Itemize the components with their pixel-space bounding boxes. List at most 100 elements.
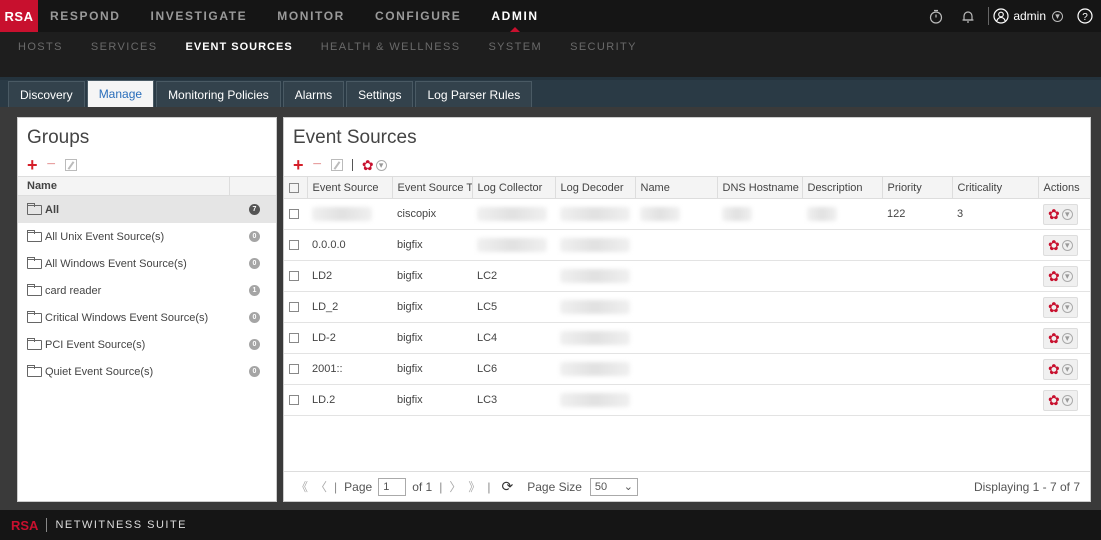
group-item[interactable]: All 7 [18, 196, 276, 223]
last-page-icon[interactable]: 》 [468, 478, 480, 495]
help-icon[interactable]: ? [1077, 8, 1093, 24]
cell-dns [717, 229, 802, 261]
page-size-label: Page Size [527, 479, 582, 494]
subnav-health-wellness[interactable]: HEALTH & WELLNESS [321, 41, 461, 53]
subnav-services[interactable]: SERVICES [91, 41, 158, 53]
column-header[interactable]: Name [635, 176, 718, 199]
column-header[interactable]: Event Source [307, 176, 393, 199]
row-actions-button[interactable]: ✿ ▾ [1043, 327, 1078, 349]
table-row[interactable]: ciscopix 122 3 ✿ ▾ [284, 198, 1090, 230]
cell-event-source [307, 198, 392, 230]
select-all-checkbox[interactable] [284, 176, 308, 199]
chevron-down-icon: ▾ [1061, 394, 1073, 406]
cell-type: bigfix [392, 384, 472, 416]
group-item[interactable]: All Windows Event Source(s) 0 [18, 250, 276, 277]
nav-investigate[interactable]: INVESTIGATE [151, 0, 248, 32]
content-area: Groups + − Name All 7 All Unix Event Sou… [0, 107, 1101, 510]
row-actions-button[interactable]: ✿ ▾ [1043, 296, 1078, 318]
cell-event-source: LD.2 [307, 384, 392, 416]
row-actions-button[interactable]: ✿ ▾ [1043, 234, 1078, 256]
row-checkbox[interactable] [284, 384, 307, 416]
row-checkbox[interactable] [284, 198, 307, 230]
subnav-event-sources[interactable]: EVENT SOURCES [186, 41, 293, 53]
column-header[interactable]: Priority [882, 176, 953, 199]
table-row[interactable]: 0.0.0.0 bigfix ✿ ▾ [284, 229, 1090, 261]
row-actions-button[interactable]: ✿ ▾ [1043, 358, 1078, 380]
chevron-down-icon: ▾ [1061, 239, 1073, 251]
group-item[interactable]: All Unix Event Source(s) 0 [18, 223, 276, 250]
cell-criticality [952, 353, 1038, 385]
cell-decoder [555, 260, 635, 292]
row-checkbox[interactable] [284, 322, 307, 354]
settings-menu[interactable]: ✿ ▾ [362, 157, 387, 174]
tab-manage[interactable]: Manage [86, 80, 155, 107]
group-label: PCI Event Source(s) [45, 338, 146, 351]
tab-settings[interactable]: Settings [346, 81, 414, 107]
delete-event-source-button[interactable]: − [313, 157, 322, 173]
row-checkbox[interactable] [284, 291, 307, 323]
cell-event-source: 2001:: [307, 353, 392, 385]
row-actions-button[interactable]: ✿ ▾ [1043, 203, 1078, 225]
group-item[interactable]: Critical Windows Event Source(s) 0 [18, 304, 276, 331]
tab-monitoring-policies[interactable]: Monitoring Policies [156, 81, 281, 107]
row-actions-button[interactable]: ✿ ▾ [1043, 389, 1078, 411]
cell-type: bigfix [392, 229, 472, 261]
row-actions-button[interactable]: ✿ ▾ [1043, 265, 1078, 287]
table-row[interactable]: 2001:: bigfix LC6 ✿ ▾ [284, 353, 1090, 385]
table-row[interactable]: LD_2 bigfix LC5 ✿ ▾ [284, 291, 1090, 323]
next-page-icon[interactable]: 〉 [449, 478, 461, 495]
tab-alarms[interactable]: Alarms [282, 81, 345, 107]
group-count-badge: 0 [249, 339, 260, 350]
footer-logo: RSA [11, 517, 39, 533]
column-header[interactable]: Log Decoder [555, 176, 636, 199]
first-page-icon[interactable]: 《 [296, 478, 308, 495]
page-of-label: of 1 [412, 479, 433, 494]
edit-icon[interactable] [330, 159, 343, 171]
column-header[interactable]: DNS Hostname [717, 176, 803, 199]
delete-group-button[interactable]: − [47, 157, 56, 173]
table-row[interactable]: LD-2 bigfix LC4 ✿ ▾ [284, 322, 1090, 354]
refresh-icon[interactable]: ⟳ [501, 478, 513, 495]
row-checkbox[interactable] [284, 353, 307, 385]
column-header[interactable]: Event Source Ty [392, 176, 473, 199]
column-header[interactable]: Criticality [952, 176, 1039, 199]
folder-icon [27, 256, 42, 269]
add-group-button[interactable]: + [27, 156, 38, 174]
row-checkbox[interactable] [284, 260, 307, 292]
group-item[interactable]: PCI Event Source(s) 0 [18, 331, 276, 358]
user-menu[interactable]: admin ▾ [993, 8, 1063, 24]
event-sources-toolbar: + − ✿ ▾ [284, 154, 1090, 176]
nav-admin[interactable]: ADMIN [491, 0, 538, 32]
gear-icon: ✿ [1048, 329, 1060, 346]
nav-respond[interactable]: RESPOND [50, 0, 121, 32]
page-size-select[interactable]: 50 ⌄ [589, 477, 638, 496]
folder-icon [27, 364, 42, 377]
subnav-security[interactable]: SECURITY [570, 41, 637, 53]
tab-discovery[interactable]: Discovery [8, 81, 85, 107]
group-label: All Unix Event Source(s) [45, 230, 165, 243]
nav-monitor[interactable]: MONITOR [277, 0, 345, 32]
row-checkbox[interactable] [284, 229, 307, 261]
user-icon [993, 8, 1009, 24]
group-item[interactable]: Quiet Event Source(s) 0 [18, 358, 276, 385]
group-item[interactable]: card reader 1 [18, 277, 276, 304]
prev-page-icon[interactable]: 〈 [315, 478, 327, 495]
edit-icon[interactable] [64, 159, 77, 171]
subnav-system[interactable]: SYSTEM [488, 41, 542, 53]
nav-configure[interactable]: CONFIGURE [375, 0, 461, 32]
bell-icon[interactable] [960, 8, 976, 24]
table-row[interactable]: LD2 bigfix LC2 ✿ ▾ [284, 260, 1090, 292]
tab-log-parser-rules[interactable]: Log Parser Rules [415, 81, 533, 107]
subnav-hosts[interactable]: HOSTS [18, 41, 63, 53]
cell-collector [472, 198, 555, 230]
group-count-badge: 0 [249, 366, 260, 377]
cell-name [635, 260, 717, 292]
timer-icon[interactable] [928, 8, 944, 24]
divider [988, 7, 990, 25]
column-header[interactable]: Log Collector [472, 176, 556, 199]
column-header[interactable]: Description [802, 176, 883, 199]
cell-dns [717, 260, 802, 292]
add-event-source-button[interactable]: + [293, 156, 304, 174]
table-row[interactable]: LD.2 bigfix LC3 ✿ ▾ [284, 384, 1090, 416]
page-number-input[interactable]: 1 [378, 477, 407, 496]
